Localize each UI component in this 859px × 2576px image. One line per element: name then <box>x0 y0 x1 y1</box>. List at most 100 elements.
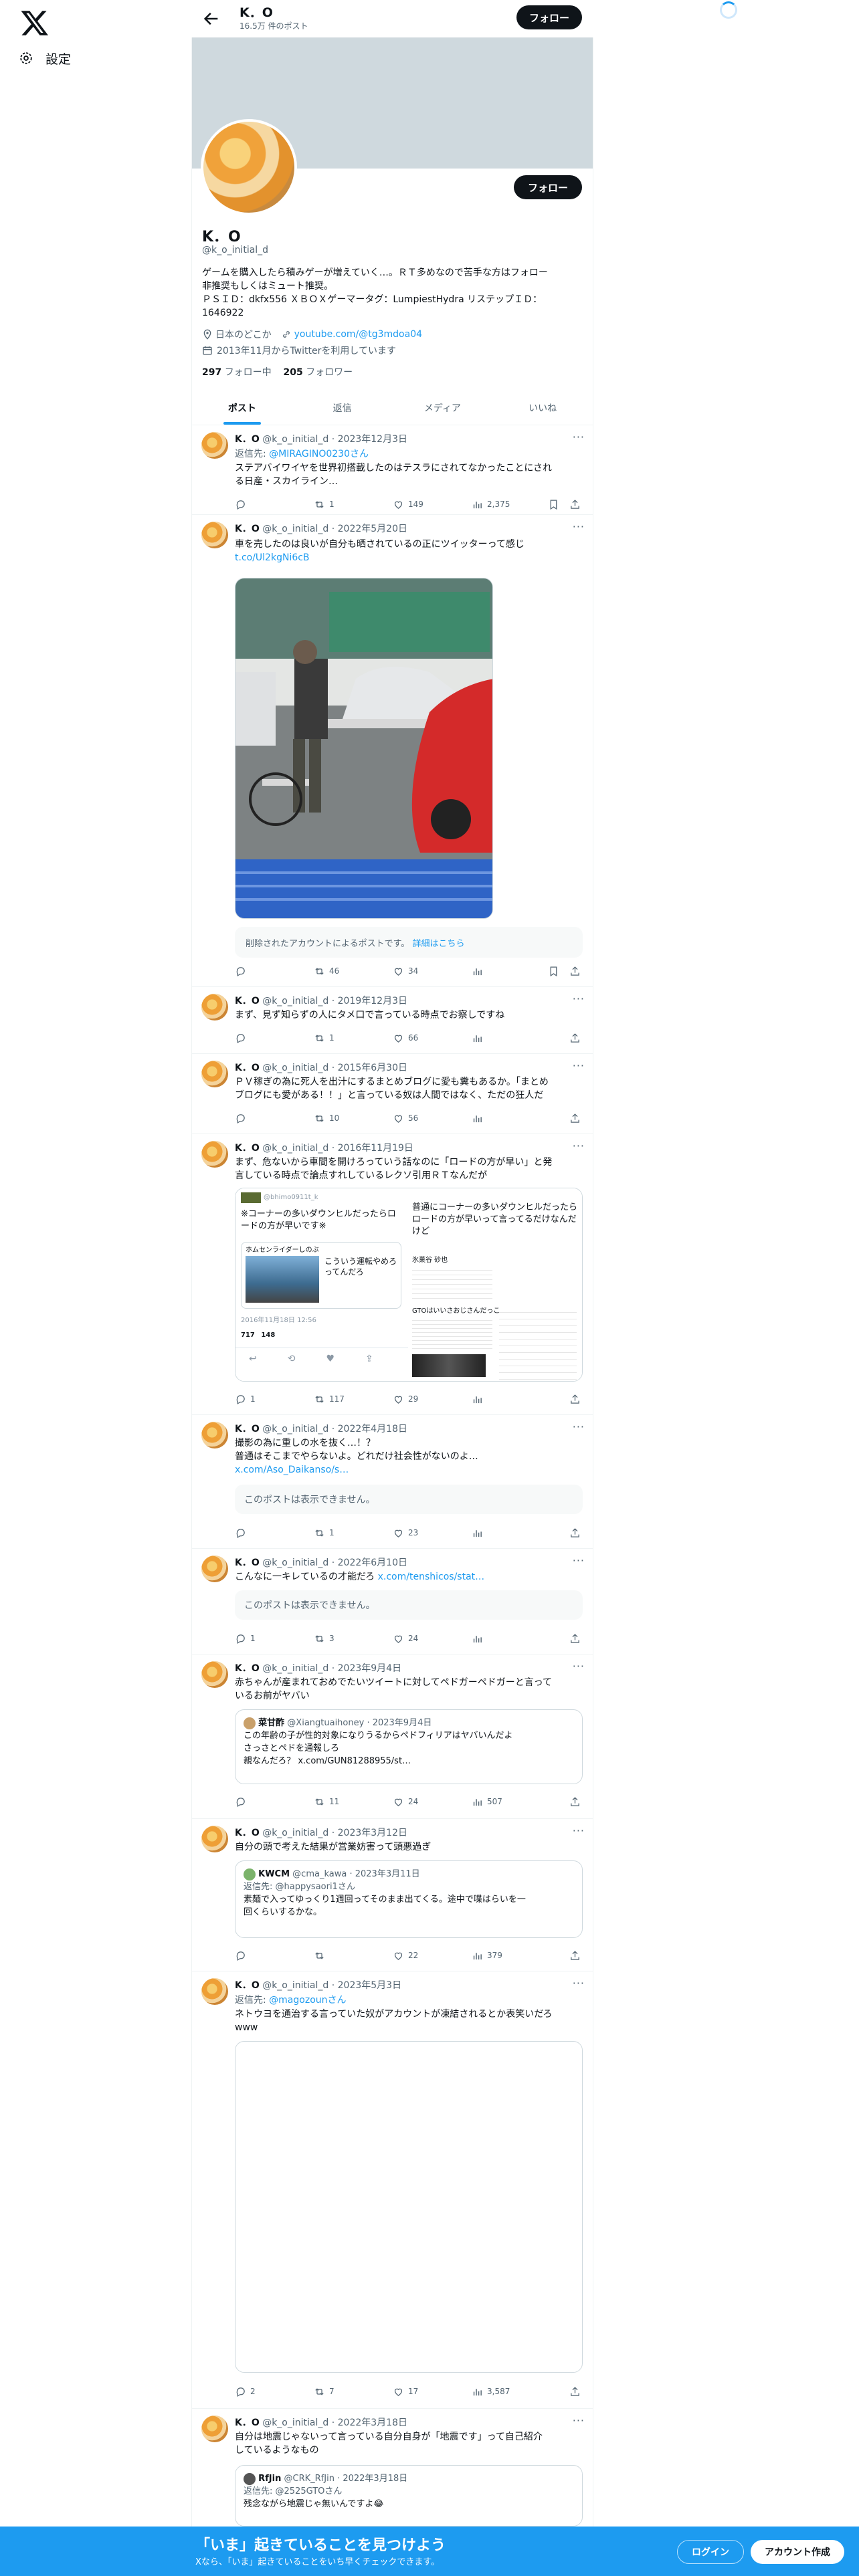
tweet-author-name[interactable]: K．O <box>235 524 260 534</box>
tweet[interactable]: K．O @k_o_initial_d · 2015年6月30日 ··· ＰＶ稼ぎ… <box>192 1054 593 1134</box>
share-button[interactable] <box>569 964 581 978</box>
tweet-author-handle[interactable]: @k_o_initial_d <box>262 996 328 1006</box>
screenshot-image-right[interactable]: 普通にコーナーの多いダウンヒルだったらロードの方が早いって言ってるだけなんだけど… <box>408 1188 582 1381</box>
profile-website[interactable]: youtube.com/@tg3mdoa04 <box>281 329 422 340</box>
views-button[interactable] <box>472 1392 483 1406</box>
back-arrow-icon[interactable] <box>202 9 221 28</box>
tweet-date[interactable]: 2022年5月20日 <box>338 524 407 534</box>
tweet-author-handle[interactable]: @k_o_initial_d <box>262 1663 328 1674</box>
like-button[interactable]: 24 <box>393 1795 418 1808</box>
tweet-avatar[interactable] <box>201 1141 228 1168</box>
more-options-icon[interactable]: ··· <box>573 1140 585 1152</box>
reply-button[interactable]: 2 <box>235 2385 256 2398</box>
share-button[interactable] <box>569 1795 581 1808</box>
tweet-avatar[interactable] <box>201 1661 228 1688</box>
tweet-avatar[interactable] <box>201 1422 228 1448</box>
quoted-tweet[interactable]: 菜甘酢 @Xiangtuaihoney · 2023年9月4日 この年齢の子が性… <box>235 1709 583 1784</box>
reply-to-handle[interactable]: @magozounさん <box>269 1995 346 2006</box>
share-button[interactable] <box>569 2385 581 2398</box>
tweet-date[interactable]: 2022年4月18日 <box>338 1424 407 1434</box>
quoted-tweet[interactable]: RfJin @CRK_RfJin · 2022年3月18日 返信先: @2525… <box>235 2465 583 2527</box>
share-button[interactable] <box>569 1526 581 1539</box>
bookmark-button[interactable] <box>548 964 559 978</box>
screenshot-image-left[interactable]: @bhimo0911t_k ※コーナーの多いダウンヒルだったらロードの方が早いで… <box>235 1188 408 1381</box>
views-button[interactable] <box>472 964 483 978</box>
tweet-avatar[interactable] <box>201 2416 228 2442</box>
views-button[interactable] <box>472 1111 483 1125</box>
followers-stat[interactable]: 205 フォロワー <box>284 367 353 378</box>
retweet-button[interactable]: 117 <box>314 1392 345 1406</box>
views-button[interactable]: 379 <box>472 1949 502 1962</box>
reply-button[interactable] <box>235 1031 246 1045</box>
tweet-media-placeholder[interactable] <box>235 2041 583 2373</box>
tweet-link[interactable]: t.co/Ul2kgNi6cB <box>235 551 583 564</box>
tweet-link[interactable]: x.com/Aso_Daikanso/s… <box>235 1463 583 1477</box>
tweet[interactable]: K．O @k_o_initial_d · 2022年6月10日 ··· こんなに… <box>192 1549 593 1654</box>
tweet-photo[interactable] <box>235 578 493 919</box>
like-button[interactable]: 23 <box>393 1526 418 1539</box>
reply-to-handle[interactable]: @MIRAGINO0230さん <box>269 449 369 459</box>
tweet-avatar[interactable] <box>201 1826 228 1852</box>
retweet-button[interactable]: 7 <box>314 2385 335 2398</box>
tweet-date[interactable]: 2015年6月30日 <box>338 1063 407 1073</box>
bookmark-button[interactable] <box>548 498 559 511</box>
tweet-date[interactable]: 2022年6月10日 <box>338 1558 407 1568</box>
tweet[interactable]: K．O @k_o_initial_d · 2022年4月18日 ··· 撮影の為… <box>192 1415 593 1549</box>
tweet-author-handle[interactable]: @k_o_initial_d <box>262 434 328 445</box>
tweet-date[interactable]: 2016年11月19日 <box>338 1143 413 1154</box>
tweet[interactable]: K．O @k_o_initial_d · 2022年3月18日 ··· 自分は地… <box>192 2409 593 2529</box>
tweet-author-handle[interactable]: @k_o_initial_d <box>262 1828 328 1838</box>
tweet-date[interactable]: 2023年3月12日 <box>338 1828 407 1838</box>
more-options-icon[interactable]: ··· <box>573 2414 585 2427</box>
tweet[interactable]: K．O @k_o_initial_d · 2023年9月4日 ··· 赤ちゃんが… <box>192 1654 593 1819</box>
tweet-avatar[interactable] <box>201 1978 228 2005</box>
share-button[interactable] <box>569 1632 581 1645</box>
more-options-icon[interactable]: ··· <box>573 992 585 1005</box>
tweet-link[interactable]: x.com/tenshicos/stat… <box>378 1572 485 1582</box>
views-button[interactable] <box>472 1526 483 1539</box>
share-button[interactable] <box>569 1392 581 1406</box>
tweet-avatar[interactable] <box>201 1555 228 1582</box>
reply-button[interactable] <box>235 1949 246 1962</box>
like-button[interactable]: 34 <box>393 964 418 978</box>
tweet-author-name[interactable]: K．O <box>235 1063 260 1073</box>
tweet-author-name[interactable]: K．O <box>235 1558 260 1568</box>
tweet-author-handle[interactable]: @k_o_initial_d <box>262 1424 328 1434</box>
like-button[interactable]: 149 <box>393 498 423 511</box>
views-button[interactable]: 507 <box>472 1795 502 1808</box>
x-logo-icon[interactable] <box>20 8 50 37</box>
tweet-date[interactable]: 2019年12月3日 <box>338 996 407 1006</box>
tweet-date[interactable]: 2023年9月4日 <box>338 1663 401 1674</box>
header-follow-button[interactable]: フォロー <box>516 5 582 29</box>
learn-more-link[interactable]: 詳細はこちら <box>412 936 464 949</box>
tweet-author-handle[interactable]: @k_o_initial_d <box>262 524 328 534</box>
retweet-button[interactable]: 11 <box>314 1795 339 1808</box>
more-options-icon[interactable]: ··· <box>573 1554 585 1567</box>
share-button[interactable] <box>569 1111 581 1125</box>
more-options-icon[interactable]: ··· <box>573 431 585 443</box>
tweet-author-name[interactable]: K．O <box>235 1143 260 1154</box>
quoted-tweet[interactable]: KWCM @cma_kawa · 2023年3月11日 返信先: @happys… <box>235 1860 583 1938</box>
like-button[interactable]: 24 <box>393 1632 418 1645</box>
tweet[interactable]: K．O @k_o_initial_d · 2022年5月20日 ··· 車を売し… <box>192 515 593 987</box>
retweet-button[interactable]: 3 <box>314 1632 335 1645</box>
reply-button[interactable]: 1 <box>235 1392 256 1406</box>
follow-button[interactable]: フォロー <box>514 175 582 199</box>
more-options-icon[interactable]: ··· <box>573 1977 585 1990</box>
tweet[interactable]: K．O @k_o_initial_d · 2023年3月12日 ··· 自分の頭… <box>192 1819 593 1971</box>
retweet-button[interactable]: 1 <box>314 498 335 511</box>
tweet-author-handle[interactable]: @k_o_initial_d <box>262 2418 328 2428</box>
reply-button[interactable]: 1 <box>235 1632 256 1645</box>
tab-likes[interactable]: いいね <box>492 391 593 425</box>
tweet-avatar[interactable] <box>201 994 228 1021</box>
tweet-avatar[interactable] <box>201 522 228 548</box>
tweet-author-handle[interactable]: @k_o_initial_d <box>262 1063 328 1073</box>
reply-button[interactable] <box>235 1795 246 1808</box>
share-button[interactable] <box>569 1031 581 1045</box>
tweet-author-handle[interactable]: @k_o_initial_d <box>262 1558 328 1568</box>
views-button[interactable] <box>472 1632 483 1645</box>
more-options-icon[interactable]: ··· <box>573 520 585 533</box>
tweet[interactable]: K．O @k_o_initial_d · 2023年5月3日 ··· 返信先: … <box>192 1971 593 2409</box>
retweet-button[interactable]: 1 <box>314 1526 335 1539</box>
tab-replies[interactable]: 返信 <box>292 391 393 425</box>
